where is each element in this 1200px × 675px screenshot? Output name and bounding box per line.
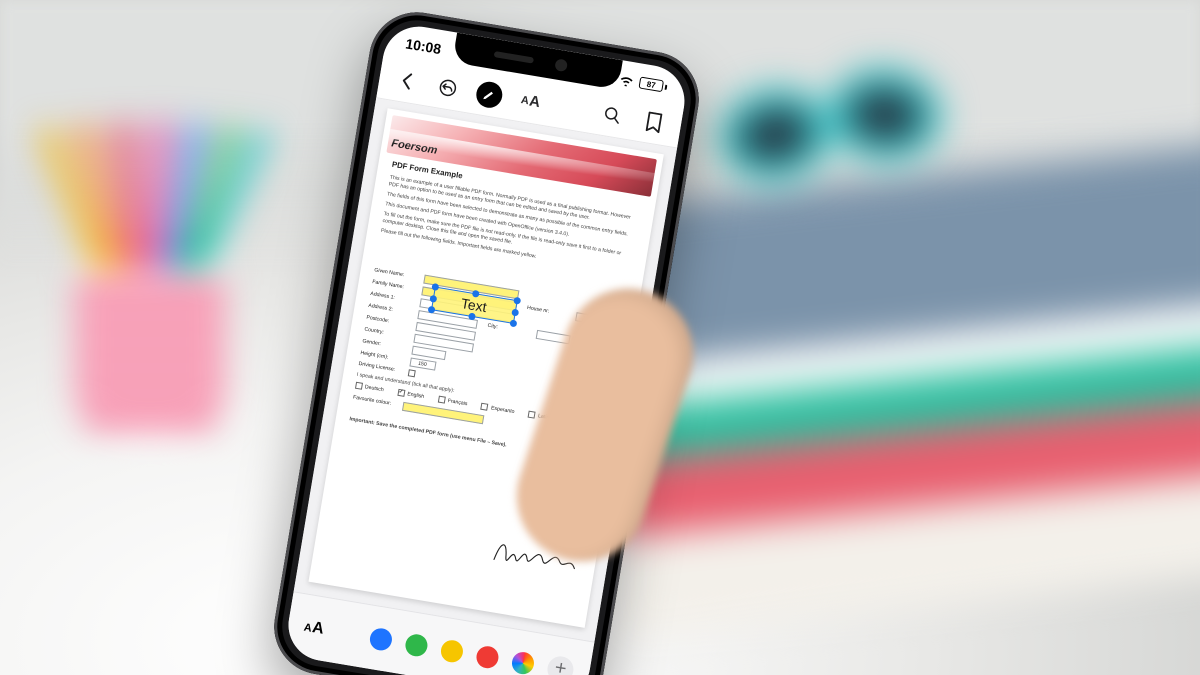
- status-time: 10:08: [404, 35, 442, 57]
- checkbox-es[interactable]: [481, 402, 489, 410]
- search-button[interactable]: [598, 100, 628, 130]
- marker-cup: [55, 120, 255, 440]
- pen-tool-button[interactable]: [474, 79, 504, 109]
- wifi-icon: [618, 73, 636, 87]
- field-height[interactable]: 150: [409, 357, 436, 370]
- checkbox-la[interactable]: [528, 410, 536, 418]
- color-blue[interactable]: [368, 626, 393, 651]
- undo-button[interactable]: [433, 72, 463, 102]
- photo-background: 10:08 87: [0, 0, 1200, 675]
- color-red[interactable]: [475, 644, 500, 669]
- checkbox-en[interactable]: [397, 388, 405, 396]
- checkbox-de[interactable]: [355, 381, 363, 389]
- color-green[interactable]: [404, 632, 429, 657]
- checkbox-driving[interactable]: [407, 369, 415, 377]
- text-style-button[interactable]: AA: [516, 86, 546, 116]
- handle-icon[interactable]: [509, 319, 517, 327]
- battery-icon: 87: [638, 76, 668, 92]
- bookmark-button[interactable]: [639, 107, 669, 137]
- handle-icon[interactable]: [429, 294, 437, 302]
- checkbox-fr[interactable]: [437, 395, 445, 403]
- brand-name: Foersom: [390, 137, 438, 159]
- handle-icon[interactable]: [511, 308, 519, 316]
- add-tool-button[interactable]: +: [546, 654, 576, 675]
- handle-icon[interactable]: [427, 306, 435, 314]
- label-fav: Favourite colour:: [352, 394, 399, 409]
- color-picker-button[interactable]: [510, 650, 535, 675]
- text-tool-button[interactable]: AA: [303, 617, 326, 638]
- back-button[interactable]: [392, 65, 422, 95]
- color-yellow[interactable]: [439, 638, 464, 663]
- handle-icon[interactable]: [513, 297, 521, 305]
- sunglasses: [720, 70, 970, 210]
